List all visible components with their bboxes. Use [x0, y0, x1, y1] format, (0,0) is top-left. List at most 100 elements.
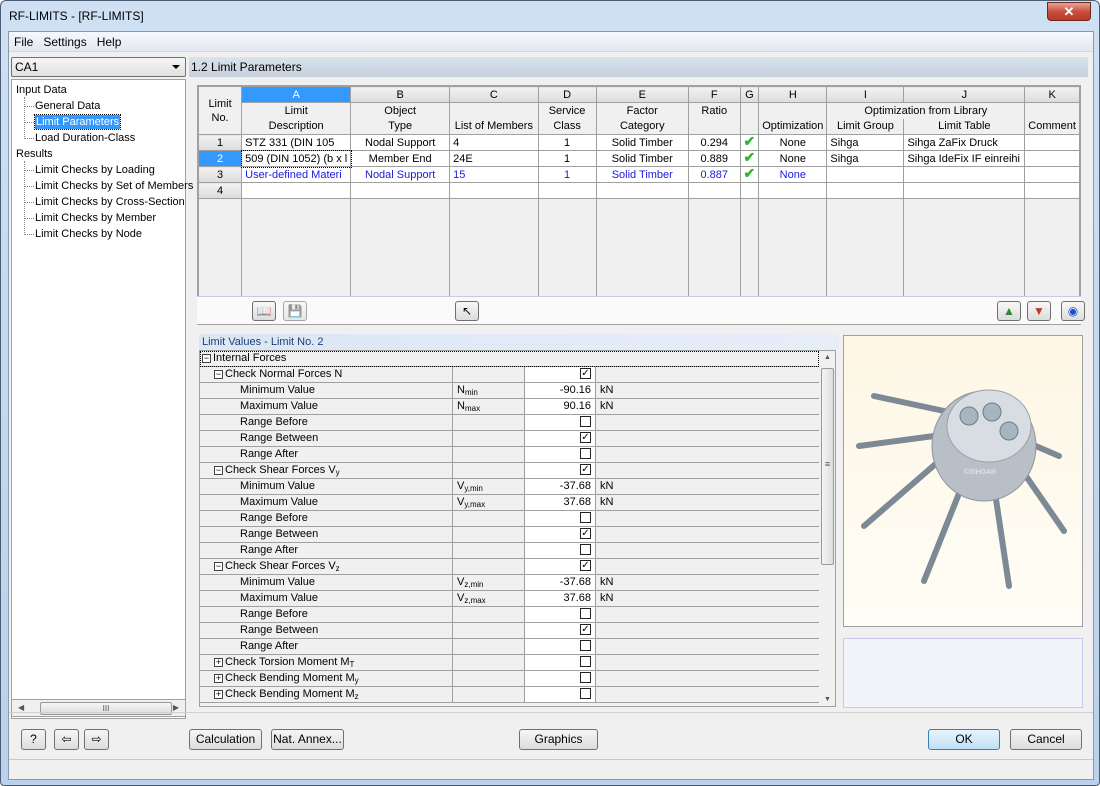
cell-ok[interactable]: ✔	[739, 166, 760, 183]
limit-value-row[interactable]: + Check Torsion Moment MT	[200, 655, 819, 671]
help-button[interactable]: ?	[21, 729, 46, 750]
limit-value-row[interactable]: + Check Bending Moment Mz	[200, 687, 819, 703]
collapse-icon[interactable]: −	[214, 561, 223, 571]
table-row[interactable]: 4	[198, 182, 1080, 199]
limit-value-row[interactable]: − Check Shear Forces Vz ✓	[200, 559, 819, 575]
cell-ok[interactable]: ✔	[739, 150, 760, 167]
value-cell[interactable]	[524, 415, 596, 430]
cell-members[interactable]	[449, 182, 539, 199]
limit-value-row[interactable]: + Check Bending Moment My	[200, 671, 819, 687]
column-letter-h[interactable]: H	[758, 86, 828, 103]
limit-value-row[interactable]: Maximum Value Nmax 90.16 kN	[200, 399, 819, 415]
case-select[interactable]: CA1	[11, 57, 186, 77]
calculation-button[interactable]: Calculation	[189, 729, 262, 750]
cell-table[interactable]: Sihga ZaFix Druck	[903, 134, 1026, 151]
cell-opt[interactable]: None	[758, 134, 828, 151]
graphics-button[interactable]: Graphics	[519, 729, 598, 750]
limit-value-row[interactable]: − Check Normal Forces N ✓	[200, 367, 819, 383]
table-row[interactable]: 1 STZ 331 (DIN 105 Nodal Support 4 1 Solid Ti…	[198, 134, 1080, 151]
nav-item[interactable]: Limit Checks by Set of Members	[35, 179, 193, 193]
limit-value-row[interactable]: Minimum Value Vy,min -37.68 kN	[200, 479, 819, 495]
checkbox-unchecked[interactable]	[580, 415, 591, 427]
scroll-right-icon[interactable]: ▶	[173, 703, 179, 712]
checkbox-unchecked[interactable]	[580, 511, 591, 523]
checkbox-checked[interactable]: ✓	[580, 431, 591, 443]
limit-value-row[interactable]: Range After	[200, 639, 819, 655]
checkbox-checked[interactable]: ✓	[580, 367, 591, 379]
previous-button[interactable]: ⇦	[54, 729, 79, 750]
ok-button[interactable]: OK	[928, 729, 1000, 750]
cell-type[interactable]: Member End	[350, 150, 451, 167]
cell-group[interactable]: Sihga	[826, 134, 905, 151]
limit-value-row[interactable]: Range Between ✓	[200, 431, 819, 447]
cell-desc[interactable]: User-defined Materi	[241, 166, 352, 183]
limit-value-row[interactable]: Minimum Value Nmin -90.16 kN	[200, 383, 819, 399]
cell-opt[interactable]	[758, 182, 828, 199]
cell-factor[interactable]	[595, 182, 689, 199]
expand-icon[interactable]: +	[214, 657, 223, 667]
cell-group[interactable]	[826, 166, 905, 183]
nat-annex-button[interactable]: Nat. Annex...	[271, 729, 344, 750]
row-number[interactable]: 2	[198, 150, 243, 167]
nav-item[interactable]: Load Duration-Class	[35, 131, 135, 145]
cell-factor[interactable]: Solid Timber	[595, 166, 689, 183]
cell-comment[interactable]	[1024, 166, 1080, 183]
menu-file[interactable]: File	[9, 32, 38, 52]
collapse-icon[interactable]: −	[214, 465, 223, 475]
value-cell[interactable]: 37.68	[524, 591, 596, 606]
cell-opt[interactable]: None	[758, 150, 828, 167]
checkbox-unchecked[interactable]	[580, 447, 591, 459]
nav-item[interactable]: Limit Checks by Node	[35, 227, 142, 241]
value-cell[interactable]: ✓	[524, 623, 596, 638]
limit-value-row[interactable]: Range After	[200, 543, 819, 559]
limit-value-row[interactable]: Range Between ✓	[200, 527, 819, 543]
row-number[interactable]: 1	[198, 134, 243, 151]
value-cell[interactable]	[524, 671, 596, 686]
menu-help[interactable]: Help	[92, 32, 127, 52]
value-cell[interactable]	[524, 543, 596, 558]
column-letter-k[interactable]: K	[1024, 86, 1080, 103]
cell-desc[interactable]: 509 (DIN 1052) (b x l	[240, 149, 352, 168]
cell-members[interactable]: 15	[449, 166, 539, 183]
column-letter-d[interactable]: D	[537, 86, 597, 103]
row-number[interactable]: 3	[198, 166, 243, 183]
cell-ok[interactable]: ✔	[739, 134, 760, 151]
value-cell[interactable]	[524, 607, 596, 622]
column-letter-f[interactable]: F	[687, 86, 741, 103]
value-cell[interactable]: 37.68	[524, 495, 596, 510]
column-letter-e[interactable]: E	[595, 86, 689, 103]
cell-table[interactable]: Sihga IdeFix IF einreihi	[903, 150, 1026, 167]
nav-item[interactable]: Limit Checks by Loading	[35, 163, 155, 177]
limit-value-row[interactable]: Range Before	[200, 415, 819, 431]
nav-item[interactable]: Limit Checks by Member	[35, 211, 156, 225]
limit-value-row[interactable]: Range Before	[200, 511, 819, 527]
cell-ok[interactable]	[739, 182, 760, 199]
cell-type[interactable]: Nodal Support	[350, 134, 451, 151]
value-cell[interactable]: ✓	[524, 431, 596, 446]
checkbox-checked[interactable]: ✓	[580, 559, 591, 571]
checkbox-unchecked[interactable]	[580, 543, 591, 555]
cell-members[interactable]: 4	[449, 134, 539, 151]
cell-ratio[interactable]: 0.887	[687, 166, 741, 183]
nav-group[interactable]: Input Data	[16, 83, 67, 97]
cell-opt[interactable]: None	[758, 166, 828, 183]
collapse-icon[interactable]: −	[214, 369, 223, 379]
value-cell[interactable]: ✓	[524, 463, 596, 478]
checkbox-checked[interactable]: ✓	[580, 463, 591, 475]
value-cell[interactable]	[524, 687, 596, 702]
scroll-left-icon[interactable]: ◀	[18, 703, 24, 712]
collapse-icon[interactable]: −	[202, 353, 211, 363]
cell-type[interactable]	[350, 182, 451, 199]
cell-table[interactable]	[903, 182, 1026, 199]
next-button[interactable]: ⇨	[84, 729, 109, 750]
table-row[interactable]: 2 509 (DIN 1052) (b x l Member End 24E 1 Soli…	[198, 149, 1080, 168]
value-cell[interactable]: ✓	[524, 527, 596, 542]
pick-button[interactable]: ↖	[455, 301, 479, 321]
checkbox-unchecked[interactable]	[580, 639, 591, 651]
cell-comment[interactable]	[1024, 150, 1080, 167]
cell-service[interactable]: 1	[537, 166, 597, 183]
cell-comment[interactable]	[1024, 134, 1080, 151]
limit-value-row[interactable]: Minimum Value Vz,min -37.68 kN	[200, 575, 819, 591]
excel-export-button[interactable]: ▲	[997, 301, 1021, 321]
cancel-button[interactable]: Cancel	[1010, 729, 1082, 750]
